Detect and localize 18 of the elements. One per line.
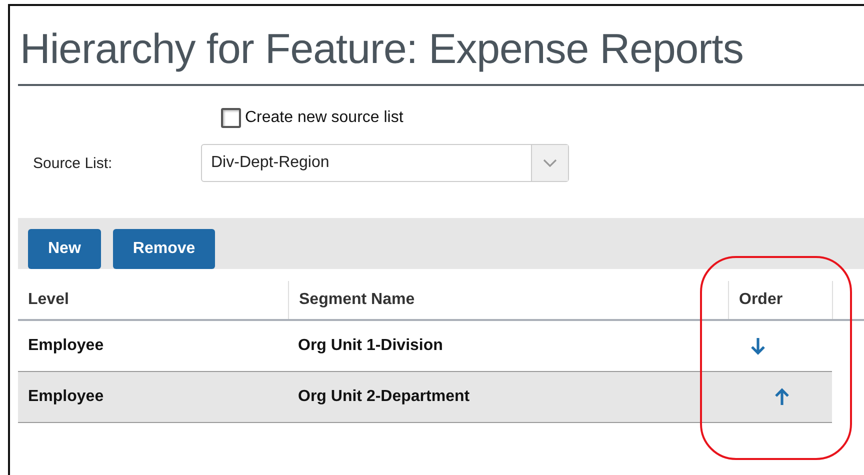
checkbox[interactable] bbox=[221, 108, 241, 128]
arrow-down-icon[interactable] bbox=[750, 337, 766, 355]
table-row[interactable]: Employee Org Unit 2-Department bbox=[18, 372, 832, 423]
arrow-up-icon[interactable] bbox=[774, 388, 790, 406]
table-cell: Org Unit 1-Division bbox=[298, 337, 443, 355]
toolbar-button[interactable]: New bbox=[28, 228, 101, 268]
field-label: Source List: bbox=[32, 154, 114, 172]
column-header[interactable]: Order bbox=[728, 281, 832, 319]
chevron-down-icon bbox=[543, 159, 557, 167]
column-header[interactable]: Segment Name bbox=[288, 281, 728, 319]
table-cell: Employee bbox=[28, 388, 104, 406]
page-title: Hierarchy for Feature: Expense Reports bbox=[20, 26, 744, 72]
column-header[interactable]: Level bbox=[18, 281, 288, 319]
toolbar-button[interactable]: Remove bbox=[112, 228, 216, 268]
checkbox-label: Create new source list bbox=[245, 109, 404, 127]
source-list-dropdown[interactable]: Div-Dept-Region bbox=[201, 144, 569, 182]
table-cell: Employee bbox=[28, 337, 104, 355]
table-cell: Org Unit 2-Department bbox=[298, 388, 470, 406]
